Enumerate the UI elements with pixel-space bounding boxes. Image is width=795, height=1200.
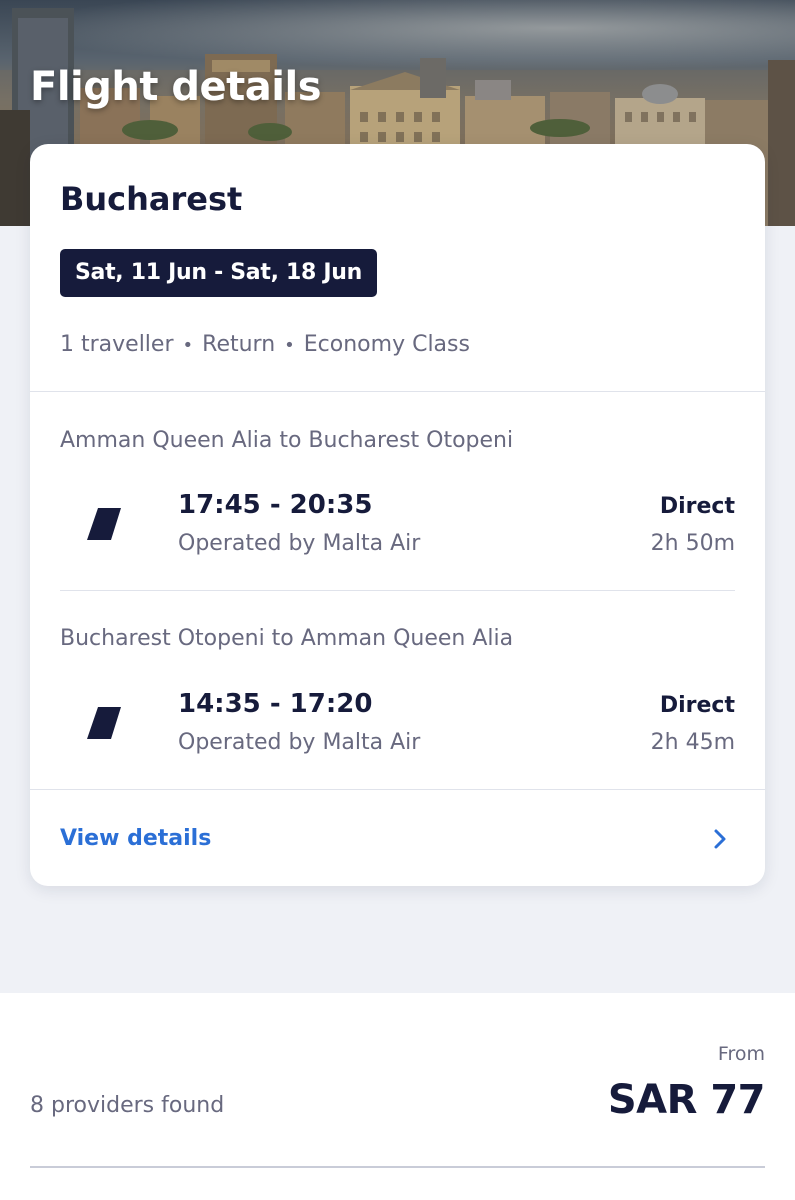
flight-summary-card: Bucharest Sat, 11 Jun - Sat, 18 Jun 1 tr… bbox=[30, 144, 765, 886]
providers-count: 8 providers found bbox=[30, 1093, 225, 1118]
leg-operator: Operated by Malta Air bbox=[178, 730, 421, 755]
meta-separator: • bbox=[284, 335, 295, 356]
destination-city: Bucharest bbox=[60, 180, 243, 218]
chevron-right-icon[interactable] bbox=[713, 828, 727, 850]
leg-divider bbox=[60, 590, 735, 591]
airline-tail-icon bbox=[87, 707, 121, 739]
leg-duration: 2h 45m bbox=[650, 730, 735, 755]
traveller-count: 1 traveller bbox=[60, 332, 174, 357]
leg-stops: Direct bbox=[659, 494, 735, 519]
price-amount: SAR 77 bbox=[607, 1077, 766, 1123]
pricing-panel: 8 providers found From SAR 77 bbox=[0, 993, 795, 1200]
section-divider bbox=[30, 391, 765, 392]
trip-meta: 1 traveller • Return • Economy Class bbox=[60, 332, 470, 357]
page-title: Flight details bbox=[30, 64, 322, 110]
leg-duration: 2h 50m bbox=[650, 531, 735, 556]
meta-separator: • bbox=[182, 335, 194, 356]
leg-operator: Operated by Malta Air bbox=[178, 531, 421, 556]
leg-times: 17:45 - 20:35 bbox=[178, 490, 373, 520]
pricing-divider bbox=[30, 1166, 765, 1168]
view-details-link[interactable]: View details bbox=[30, 790, 765, 886]
leg-times: 14:35 - 17:20 bbox=[178, 689, 373, 719]
trip-type: Return bbox=[202, 332, 276, 357]
cabin-class: Economy Class bbox=[303, 332, 470, 357]
leg-route: Bucharest Otopeni to Amman Queen Alia bbox=[60, 626, 514, 651]
leg-stops: Direct bbox=[659, 693, 735, 718]
view-details-label[interactable]: View details bbox=[60, 826, 211, 851]
leg-route: Amman Queen Alia to Bucharest Otopeni bbox=[60, 428, 514, 453]
price-from-label: From bbox=[717, 1043, 765, 1065]
airline-tail-icon bbox=[87, 508, 121, 540]
trip-dates-badge: Sat, 11 Jun - Sat, 18 Jun bbox=[60, 249, 377, 297]
